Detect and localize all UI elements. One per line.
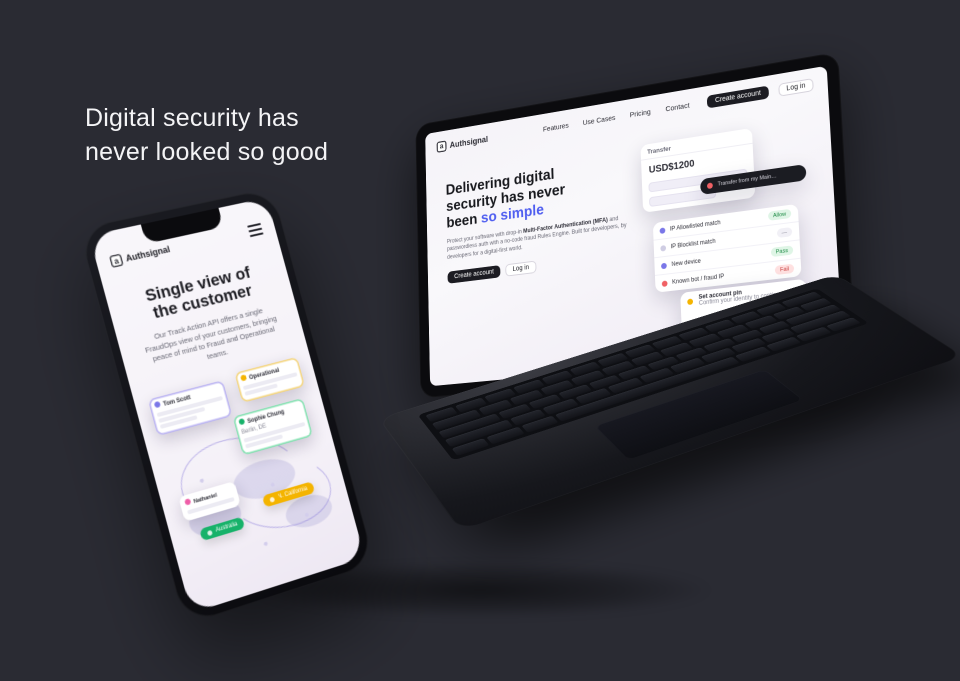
card-transfer: Transfer USD$1200 xyxy=(640,128,755,213)
card-operational: Operational xyxy=(234,357,305,403)
nav-create-account-button[interactable]: Create account xyxy=(707,86,769,109)
nav-features[interactable]: Features xyxy=(543,121,569,134)
hero-create-account-button[interactable]: Create account xyxy=(448,265,501,284)
rule-dot-icon xyxy=(661,262,667,269)
brand-mark-icon: a xyxy=(437,140,447,152)
brand[interactable]: a Authsignal xyxy=(437,133,489,152)
account-dot-icon xyxy=(707,182,713,189)
rule-dot-icon xyxy=(662,280,668,287)
phone-bezel: a Authsignal Single view of the customer… xyxy=(78,188,375,625)
rule-dot-icon xyxy=(660,227,666,234)
brand-name: Authsignal xyxy=(125,244,171,263)
rule-chip: Fail xyxy=(775,264,794,275)
card-dark-title: Transfer from my Main… xyxy=(717,173,776,187)
brand-name: Authsignal xyxy=(450,134,489,149)
headline-line-1: Digital security has xyxy=(85,102,328,136)
brand[interactable]: a Authsignal xyxy=(109,243,171,268)
pill-dot-icon xyxy=(207,529,213,535)
menu-icon[interactable] xyxy=(247,223,263,237)
rule-chip: Pass xyxy=(771,245,794,257)
phone-illustration: Tom Scott Operational Sophie Chung Berli… xyxy=(147,364,351,598)
nav-use-cases[interactable]: Use Cases xyxy=(583,113,616,127)
rule-chip: — xyxy=(776,227,792,238)
brand-mark-icon: a xyxy=(109,254,124,268)
hero-login-button[interactable]: Log in xyxy=(506,260,536,276)
rule-dot-icon xyxy=(660,245,666,252)
phone-mockup: a Authsignal Single view of the customer… xyxy=(78,188,375,625)
nav-login-button[interactable]: Log in xyxy=(778,78,814,97)
nav-pricing[interactable]: Pricing xyxy=(630,107,651,119)
warning-dot-icon xyxy=(687,298,693,305)
nav-contact[interactable]: Contact xyxy=(665,101,689,114)
phone-screen: a Authsignal Single view of the customer… xyxy=(89,198,365,614)
pill-dot-icon xyxy=(269,496,275,502)
card-rules: IP Allowlisted matchAllow IP Blocklist m… xyxy=(653,204,802,293)
headline-line-2: never looked so good xyxy=(85,136,328,170)
phone-hero: Single view of the customer Our Track Ac… xyxy=(125,260,288,379)
rule-chip: Allow xyxy=(768,209,792,221)
laptop-mockup: a Authsignal Features Use Cases Pricing … xyxy=(339,62,910,569)
laptop-hero: Delivering digital security has never be… xyxy=(446,155,631,283)
page-headline: Digital security has never looked so goo… xyxy=(85,102,328,170)
